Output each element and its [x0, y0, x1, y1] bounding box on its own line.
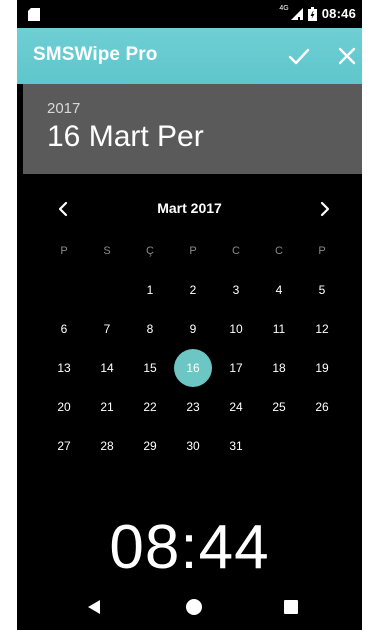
calendar-day[interactable]: 3: [217, 271, 255, 309]
calendar-grid: P S Ç P C C P 1 2 3 4 5 6 7 8 9 10 11 12 13 14 15 16 17 18 19 20 21…: [17, 0, 362, 480]
calendar-day[interactable]: 2: [174, 271, 212, 309]
calendar-day[interactable]: 23: [174, 388, 212, 426]
calendar-day[interactable]: 4: [260, 271, 298, 309]
calendar-day[interactable]: 22: [131, 388, 169, 426]
time-display[interactable]: 08:44: [17, 512, 362, 583]
calendar-day[interactable]: 29: [131, 427, 169, 465]
calendar-day[interactable]: 20: [45, 388, 83, 426]
calendar-day[interactable]: 30: [174, 427, 212, 465]
calendar-day[interactable]: 24: [217, 388, 255, 426]
recent-apps-icon[interactable]: [284, 600, 298, 614]
calendar-day[interactable]: 21: [88, 388, 126, 426]
device-screen: 4G 08:46 SMSWipe Pro 2017 16 Mart Per Ma…: [17, 0, 362, 630]
calendar-day[interactable]: 18: [260, 349, 298, 387]
calendar-day[interactable]: 14: [88, 349, 126, 387]
weekday-label: C: [232, 245, 240, 257]
weekday-label: S: [103, 245, 111, 257]
weekday-label: C: [275, 245, 283, 257]
back-icon[interactable]: [87, 600, 101, 614]
weekday-label: P: [189, 245, 197, 257]
calendar-day[interactable]: 17: [217, 349, 255, 387]
calendar-day[interactable]: 7: [88, 310, 126, 348]
calendar-day[interactable]: 5: [303, 271, 341, 309]
weekday-label: P: [60, 245, 68, 257]
home-icon[interactable]: [186, 599, 202, 615]
calendar-day[interactable]: 25: [260, 388, 298, 426]
calendar-day[interactable]: 8: [131, 310, 169, 348]
calendar-day[interactable]: 15: [131, 349, 169, 387]
calendar-day[interactable]: 26: [303, 388, 341, 426]
calendar-day[interactable]: 12: [303, 310, 341, 348]
calendar-day[interactable]: 1: [131, 271, 169, 309]
calendar-day[interactable]: 9: [174, 310, 212, 348]
calendar-day[interactable]: 6: [45, 310, 83, 348]
weekday-label: P: [318, 245, 326, 257]
navigation-bar: [17, 584, 362, 630]
calendar-day[interactable]: 13: [45, 349, 83, 387]
calendar-day[interactable]: 19: [303, 349, 341, 387]
calendar-day-selected[interactable]: 16: [174, 349, 212, 387]
calendar-day[interactable]: 10: [217, 310, 255, 348]
calendar-day[interactable]: 11: [260, 310, 298, 348]
weekday-label: Ç: [146, 245, 154, 257]
calendar-day[interactable]: 31: [217, 427, 255, 465]
calendar-day[interactable]: 28: [88, 427, 126, 465]
calendar-day[interactable]: 27: [45, 427, 83, 465]
